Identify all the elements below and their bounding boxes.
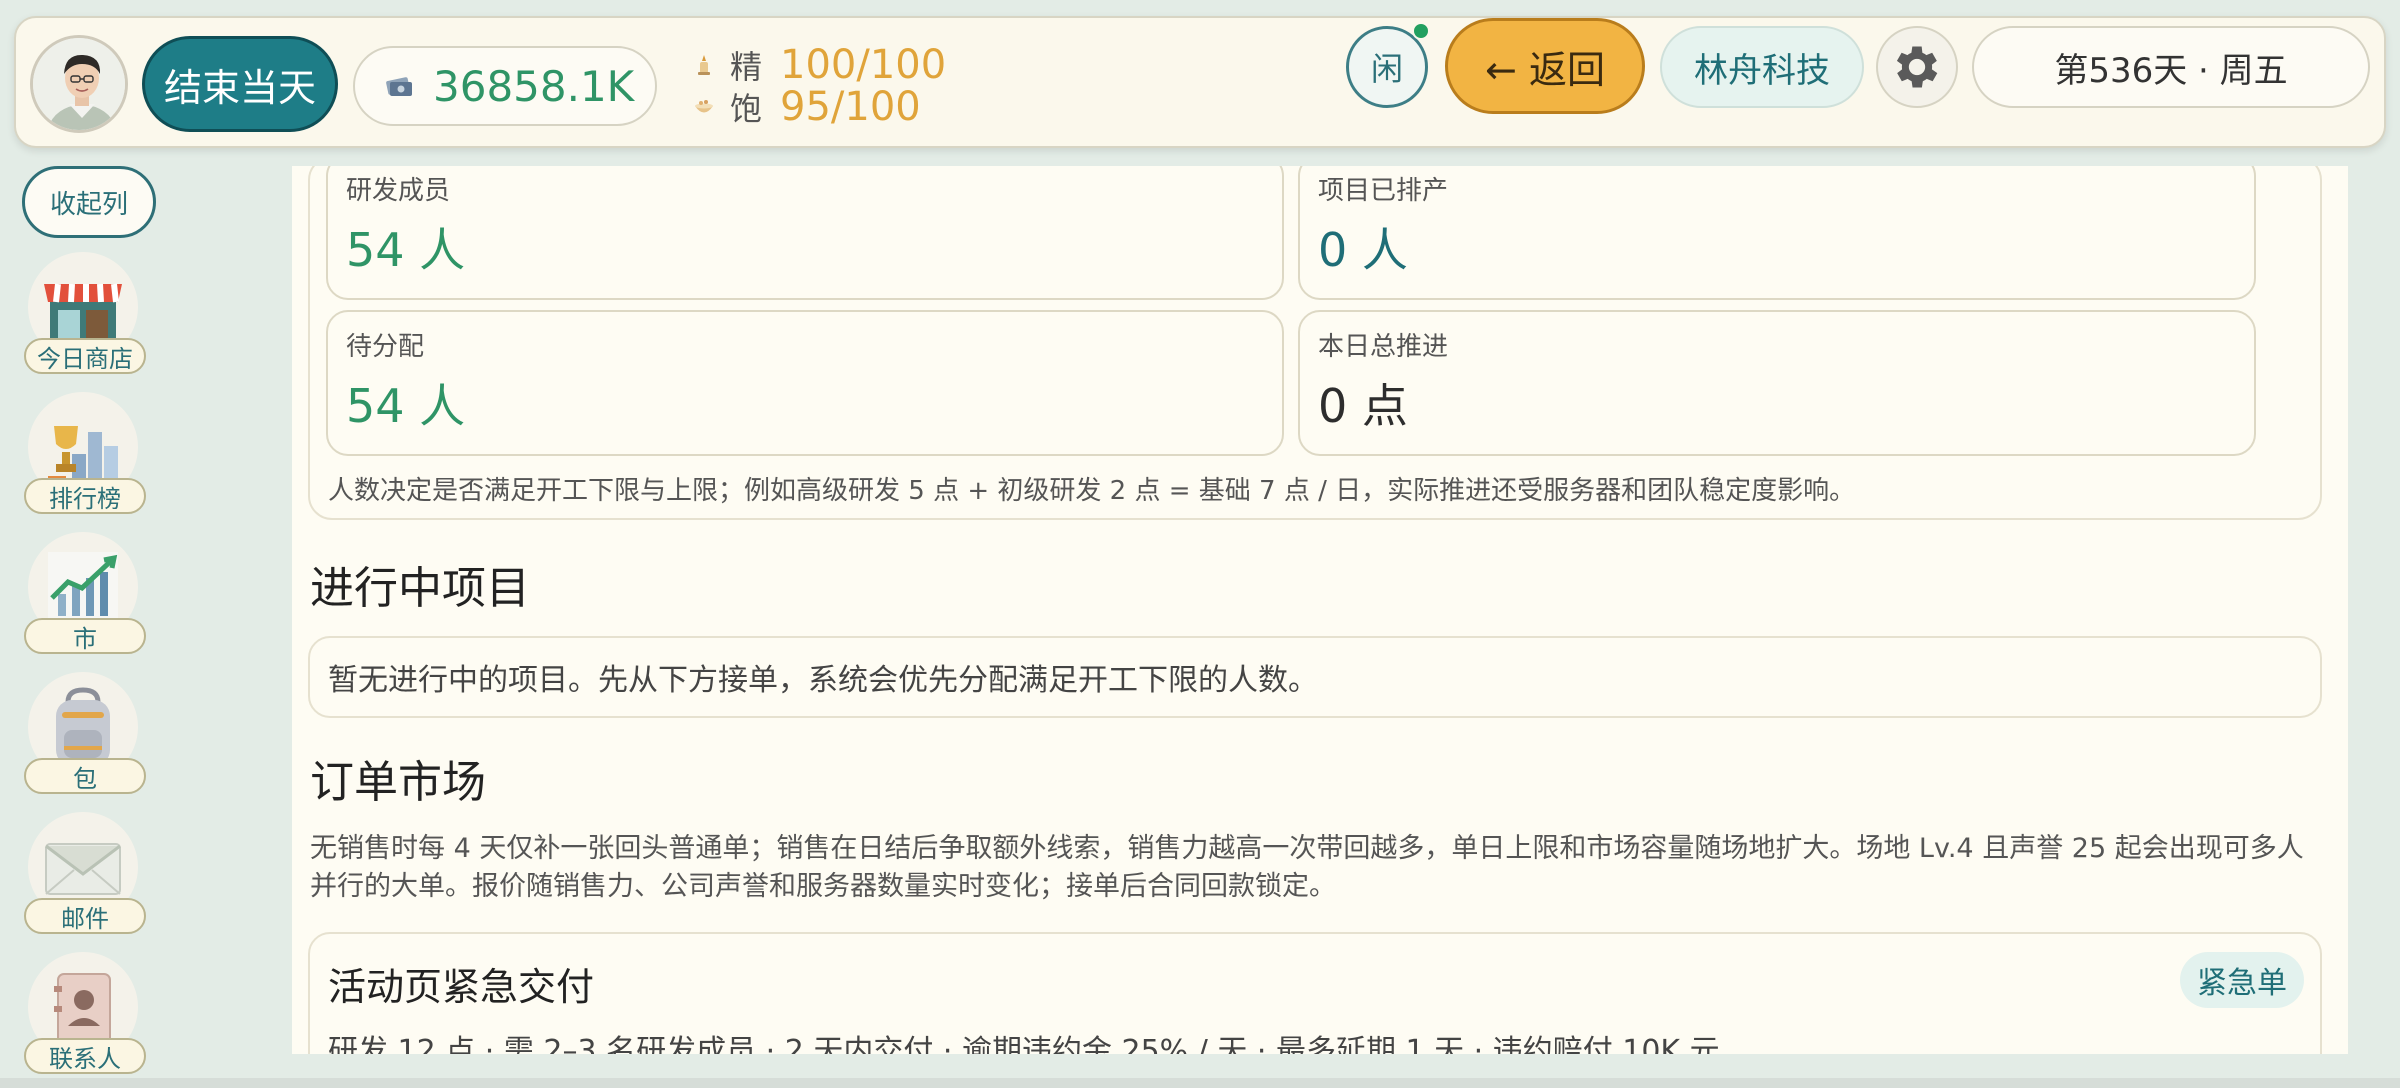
sidebar-item-shop[interactable]: 今日商店: [22, 252, 150, 382]
sidebar-item-label: 市: [24, 618, 146, 654]
satiety-label: 饱: [730, 90, 763, 128]
satiety-value: 95/100: [780, 84, 921, 130]
card-value: 0 点: [1318, 379, 1408, 433]
game-date-display: 第536天 · 周五: [1972, 26, 2370, 108]
sidebar-item-leaderboard[interactable]: 排行榜: [22, 392, 150, 522]
energy-icon: [698, 55, 710, 75]
company-name-button[interactable]: 林舟科技: [1660, 26, 1864, 108]
sidebar-item-market[interactable]: 市: [22, 532, 150, 662]
order-title: 活动页紧急交付: [328, 965, 595, 1009]
bottom-edge: [0, 1078, 2400, 1088]
money-display: 36858.1K: [353, 46, 657, 126]
rd-members-card: 研发成员 54 人: [326, 166, 1284, 300]
order-card[interactable]: 活动页紧急交付 紧急单 研发 12 点 · 需 2–3 名研发成员 · 2 天内…: [308, 932, 2322, 1054]
sidebar-item-contacts[interactable]: 联系人: [22, 952, 150, 1074]
order-market-title: 订单市场: [310, 757, 486, 808]
money-value: 36858.1K: [433, 61, 635, 111]
settings-button[interactable]: [1876, 26, 1958, 108]
order-market-description: 无销售时每 4 天仅补一张回头普通单；销售在日结后争取额外线索，销售力越高一次带…: [310, 833, 2304, 902]
sidebar-item-label: 包: [24, 758, 146, 794]
no-projects-message: 暂无进行中的项目。先从下方接单，系统会优先分配满足开工下限的人数。: [308, 636, 2322, 718]
card-value: 0 人: [1318, 223, 1408, 277]
card-label: 本日总推进: [1318, 332, 1449, 362]
daily-progress-card: 本日总推进 0 点: [1298, 310, 2256, 456]
active-projects-title: 进行中项目: [310, 563, 530, 614]
back-button[interactable]: ← 返回: [1445, 18, 1645, 114]
card-value: 54 人: [346, 379, 466, 433]
sidebar-item-label: 联系人: [24, 1038, 146, 1074]
satiety-stat: 饱 95/100: [692, 84, 946, 130]
card-label: 研发成员: [346, 176, 451, 206]
sidebar-item-label: 邮件: [24, 898, 146, 934]
end-day-button[interactable]: 结束当天: [142, 36, 338, 132]
staff-note: 人数决定是否满足开工下限与上限；例如高级研发 5 点 + 初级研发 2 点 = …: [328, 476, 1856, 506]
sidebar-item-bag[interactable]: 包: [22, 672, 150, 802]
energy-stat: 精 100/100: [692, 42, 947, 88]
sidebar-item-mail[interactable]: 邮件: [22, 812, 150, 942]
food-bowl-icon: [695, 100, 713, 113]
energy-label: 精: [730, 48, 763, 86]
scheduled-staff-card: 项目已排产 0 人: [1298, 166, 2256, 300]
sidebar-item-label: 今日商店: [24, 338, 146, 374]
collapse-sidebar-button[interactable]: 收起列: [22, 166, 156, 238]
card-label: 待分配: [346, 332, 425, 362]
cash-icon: [386, 77, 412, 96]
vitals-stats: 精 100/100 饱 95/100: [692, 42, 947, 130]
unassigned-staff-card: 待分配 54 人: [326, 310, 1284, 456]
online-indicator-dot: [1412, 22, 1430, 40]
card-value: 54 人: [346, 223, 466, 277]
order-detail: 研发 12 点 · 需 2–3 名研发成员 · 2 天内交付 · 逾期违约金 2…: [328, 1034, 1720, 1054]
card-label: 项目已排产: [1318, 176, 1449, 206]
urgent-order-badge: 紧急单: [2180, 952, 2304, 1008]
company-main-panel: 研发成员 54 人 项目已排产 0 人 待分配 54 人 本日总推进 0 点 人…: [292, 166, 2348, 1054]
sidebar-item-label: 排行榜: [24, 478, 146, 514]
energy-value: 100/100: [780, 42, 947, 88]
avatar-portrait-icon: [33, 38, 125, 130]
avatar[interactable]: [30, 35, 128, 133]
gear-icon: [1896, 46, 1938, 88]
